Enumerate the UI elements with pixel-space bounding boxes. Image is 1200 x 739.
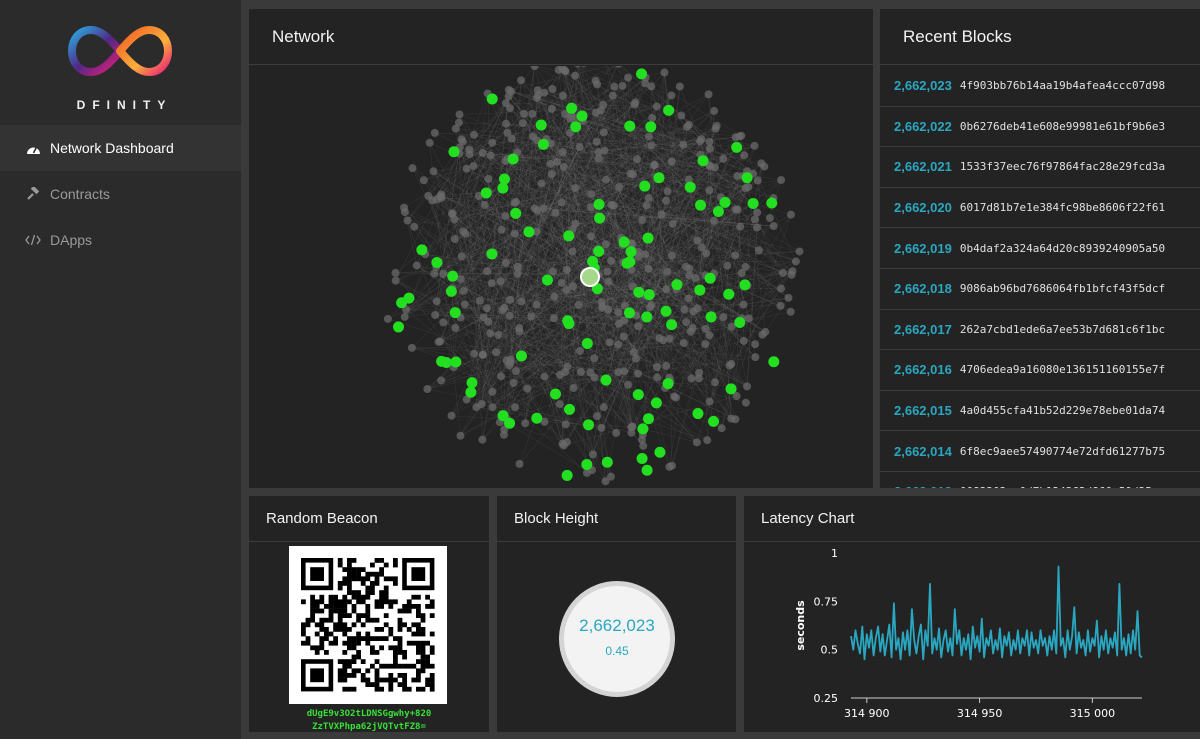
block-row[interactable]: 2,662,018 9086ab96bd7686064fb1bfcf43f5dcf <box>880 269 1200 310</box>
network-graph[interactable] <box>249 66 873 488</box>
infinity-logo-icon <box>67 25 173 77</box>
sidebar-item-contracts[interactable]: Contracts <box>0 171 241 217</box>
x-tick-label: 315 000 <box>1070 707 1116 720</box>
y-tick-label: 0.5 <box>821 644 839 657</box>
network-graph-svg <box>383 66 804 486</box>
block-number[interactable]: 2,662,023 <box>894 78 952 93</box>
latency-chart: 0.25 0.5 0.75 1 314 900 314 950 315 000 seconds <box>794 547 1143 720</box>
block-hash: 262a7cbd1ede6a7ee53b7d681c6f1bc <box>959 322 1166 336</box>
random-beacon-title: Random Beacon <box>249 496 489 542</box>
sidebar-item-network-dashboard[interactable]: Network Dashboard <box>0 125 241 171</box>
code-icon <box>24 232 42 248</box>
gavel-icon <box>24 186 42 202</box>
sidebar-item-dapps[interactable]: DApps <box>0 217 241 263</box>
sidebar: DFINITY Network Dashboard Contracts DApp… <box>0 0 241 739</box>
block-hash: 9086ab96bd7686064fb1bfcf43f5dcf <box>959 282 1166 296</box>
block-hash: 4f903bb76b14aa19b4afea4ccc07d98 <box>959 79 1166 93</box>
block-list: 2,662,023 4f903bb76b14aa19b4afea4ccc07d98… <box>880 66 1200 488</box>
block-hash: 0083202ec0d7b124262d860e59d25ae <box>960 485 1165 488</box>
sidebar-item-label: Network Dashboard <box>50 140 174 156</box>
block-height-panel: Block Height 2,662,023 0.45 <box>497 496 736 732</box>
sidebar-item-label: DApps <box>50 232 93 248</box>
block-hash: 6f8ec9aee57490774e72dfd61277b75 <box>959 444 1166 458</box>
block-row[interactable]: 2,662,020 6017d81b7e1e384fc98be8606f22f61 <box>880 188 1200 229</box>
y-tick-label: 1 <box>831 547 838 560</box>
block-row[interactable]: 2,662,017 262a7cbd1ede6a7ee53b7d681c6f1bc <box>880 310 1200 351</box>
block-hash: 4706edea9a16080e136151160155e7f <box>959 363 1166 377</box>
qr-code <box>289 546 447 704</box>
latency-series-line <box>850 565 1143 661</box>
block-row[interactable]: 2,662,013 0083202ec0d7b124262d860e59d25ae <box>880 472 1200 488</box>
block-number[interactable]: 2,662,020 <box>894 200 952 215</box>
block-number[interactable]: 2,662,014 <box>894 444 952 459</box>
block-hash: 1533f37eec76f97864fac28e29fcd3a <box>959 160 1166 174</box>
block-hash: 6017d81b7e1e384fc98be8606f22f61 <box>959 201 1166 215</box>
y-tick-label: 0.75 <box>814 595 839 608</box>
block-time-value: 0.45 <box>605 644 629 658</box>
block-row[interactable]: 2,662,022 0b6276deb41e608e99981e61bf9b6e3 <box>880 107 1200 148</box>
block-number[interactable]: 2,662,017 <box>894 322 952 337</box>
block-number[interactable]: 2,662,021 <box>894 159 952 174</box>
block-hash: 4a0d455cfa41b52d229e78ebe01da74 <box>959 404 1166 418</box>
y-tick-label: 0.25 <box>814 692 839 705</box>
recent-blocks-panel: Recent Blocks 2,662,023 4f903bb76b14aa19b… <box>880 9 1200 488</box>
block-row[interactable]: 2,662,016 4706edea9a16080e136151160155e7f <box>880 350 1200 391</box>
block-height-value: 2,662,023 <box>579 616 655 635</box>
network-title: Network <box>249 9 873 65</box>
random-beacon-panel: Random Beacon dUgE9v3O2tLDNSGgwhy+820 Zz… <box>249 496 489 732</box>
x-tick-label: 314 900 <box>844 707 890 720</box>
network-panel: Network <box>249 9 873 488</box>
qr-code-image <box>301 558 435 692</box>
block-row[interactable]: 2,662,015 4a0d455cfa41b52d229e78ebe01da74 <box>880 391 1200 432</box>
block-number[interactable]: 2,662,019 <box>894 241 952 256</box>
block-number[interactable]: 2,662,018 <box>894 281 952 296</box>
block-number[interactable]: 2,662,015 <box>894 403 952 418</box>
network-selected-node <box>580 267 600 287</box>
recent-blocks-title: Recent Blocks <box>880 9 1200 65</box>
block-number[interactable]: 2,662,016 <box>894 362 952 377</box>
sidebar-item-label: Contracts <box>50 186 110 202</box>
block-row[interactable]: 2,662,023 4f903bb76b14aa19b4afea4ccc07d98 <box>880 66 1200 107</box>
block-row[interactable]: 2,662,014 6f8ec9aee57490774e72dfd61277b75 <box>880 431 1200 472</box>
block-number[interactable]: 2,662,022 <box>894 119 952 134</box>
block-hash: 0b6276deb41e608e99981e61bf9b6e3 <box>959 119 1166 133</box>
block-row[interactable]: 2,662,021 1533f37eec76f97864fac28e29fcd3a <box>880 147 1200 188</box>
block-hash: 0b4daf2a324a64d20c8939240905a50 <box>959 241 1166 255</box>
x-tick-label: 314 950 <box>957 707 1003 720</box>
y-axis-label: seconds <box>794 600 807 651</box>
latency-chart-panel: Latency Chart 0.25 0.5 0.75 1 314 900 314 950… <box>744 496 1200 732</box>
block-height-circle: 2,662,023 0.45 <box>559 581 675 697</box>
block-number[interactable]: 2,662,013 <box>894 484 952 488</box>
logo: DFINITY <box>0 14 241 114</box>
block-height-title: Block Height <box>497 496 736 542</box>
brand-name: DFINITY <box>76 98 173 112</box>
latency-chart-title: Latency Chart <box>744 496 1200 542</box>
dashboard-icon <box>24 140 42 156</box>
block-row[interactable]: 2,662,019 0b4daf2a324a64d20c8939240905a50 <box>880 228 1200 269</box>
beacon-value-line1: dUgE9v3O2tLDNSGgwhy+820 <box>306 709 432 719</box>
beacon-value-line2: ZzTVXPhpa62jVQTvtFZ8= <box>312 722 426 732</box>
